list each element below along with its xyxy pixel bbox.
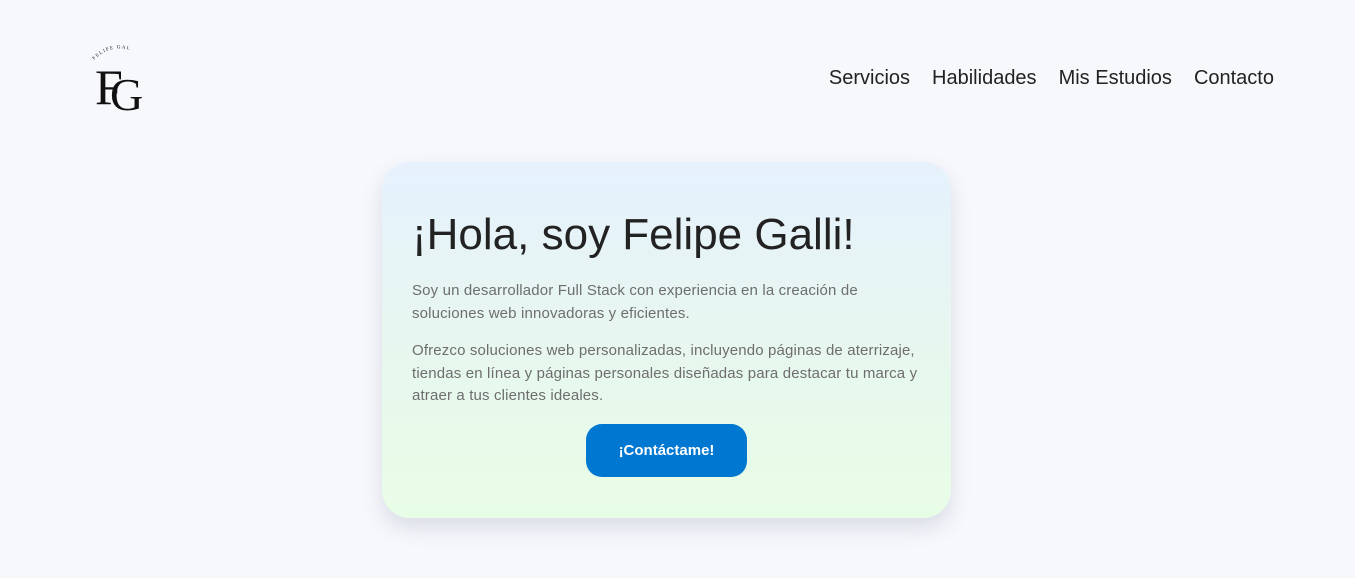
nav-link-servicios[interactable]: Servicios	[829, 66, 910, 90]
nav-link-mis-estudios[interactable]: Mis Estudios	[1059, 66, 1172, 90]
nav-link-habilidades[interactable]: Habilidades	[932, 66, 1037, 90]
page: FELIPE GALLI F G Servicios Habilidades M…	[0, 0, 1355, 578]
hero-intro-text: Soy un desarrollador Full Stack con expe…	[412, 282, 858, 322]
main-nav: Servicios Habilidades Mis Estudios Conta…	[829, 66, 1274, 90]
hero-services-text: Ofrezco soluciones web personalizadas, i…	[412, 342, 918, 404]
nav-link-contacto[interactable]: Contacto	[1194, 66, 1274, 90]
contact-me-button[interactable]: ¡Contáctame!	[586, 423, 747, 477]
logo[interactable]: FELIPE GALLI F G	[88, 40, 160, 114]
hero-title: ¡Hola, soy Felipe Galli!	[412, 210, 855, 259]
logo-letter-g: G	[110, 69, 143, 114]
logo-monogram-icon: FELIPE GALLI F G	[88, 40, 143, 114]
hero-card: ¡Hola, soy Felipe Galli! Soy un desarrol…	[382, 162, 951, 518]
cta-wrapper: ¡Contáctame!	[412, 423, 921, 477]
